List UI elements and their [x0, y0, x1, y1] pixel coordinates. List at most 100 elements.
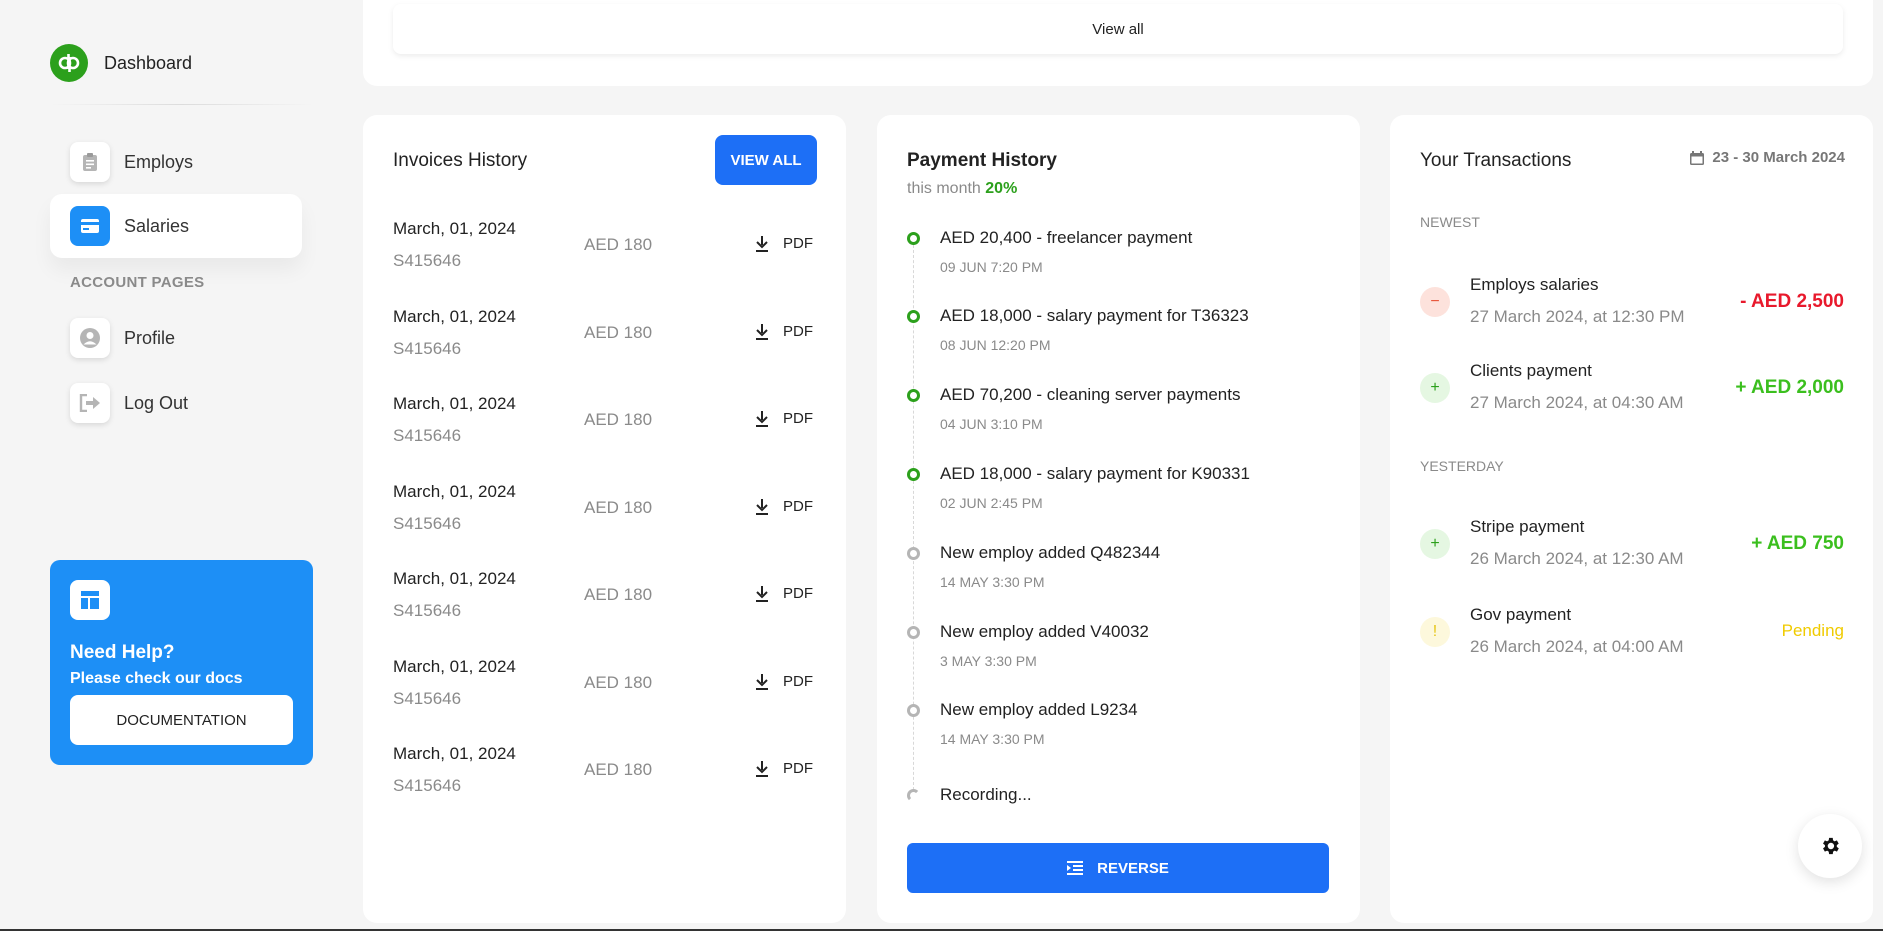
timeline-time: 09 JUN 7:20 PM — [940, 259, 1043, 275]
invoices-view-all-button[interactable]: VIEW ALL — [715, 135, 817, 185]
reverse-button[interactable]: REVERSE — [907, 843, 1329, 893]
timeline-title: AED 20,400 - freelancer payment — [940, 228, 1193, 247]
transaction-title: Employs salaries — [1470, 275, 1599, 294]
invoice-id: S415646 — [393, 776, 462, 795]
pdf-label: PDF — [783, 410, 813, 427]
transaction-row[interactable]: − Employs salaries 27 March 2024, at 12:30… — [1420, 275, 1844, 345]
invoice-date: March, 01, 2024 — [393, 219, 516, 238]
pdf-label: PDF — [783, 673, 813, 690]
brand[interactable]: Dashboard — [50, 44, 192, 82]
top-card: View all — [363, 0, 1873, 86]
section-title: ACCOUNT PAGES — [70, 274, 205, 291]
invoice-row: March, 01, 2024 S415646 AED 180 PDF — [393, 307, 813, 377]
invoices-history-card: Invoices History VIEW ALL March, 01, 202… — [363, 115, 846, 923]
help-title: Need Help? — [70, 642, 175, 663]
pdf-download-button[interactable]: PDF — [755, 498, 813, 515]
group-label: YESTERDAY — [1420, 458, 1504, 474]
logout-icon — [70, 383, 110, 423]
transactions-title: Your Transactions — [1420, 150, 1572, 171]
pdf-download-button[interactable]: PDF — [755, 760, 813, 777]
view-all-button[interactable]: View all — [393, 4, 1843, 54]
transaction-row[interactable]: + Stripe payment 26 March 2024, at 12:30 A… — [1420, 517, 1844, 587]
timeline-dot-icon — [907, 389, 920, 402]
download-icon — [756, 585, 768, 602]
invoice-row: March, 01, 2024 S415646 AED 180 PDF — [393, 482, 813, 552]
gear-icon — [1823, 837, 1839, 855]
transaction-amount: + AED 2,000 — [1735, 377, 1844, 398]
transaction-amount: + AED 750 — [1751, 533, 1844, 554]
pdf-download-button[interactable]: PDF — [755, 673, 813, 690]
clipboard-icon — [70, 142, 110, 182]
payment-history-card: Payment History this month 20% AED 20,40… — [877, 115, 1360, 923]
transaction-time: 26 March 2024, at 12:30 AM — [1470, 549, 1684, 568]
sidebar-item-label: Log Out — [124, 392, 189, 413]
timeline-title: AED 18,000 - salary payment for K90331 — [940, 464, 1250, 483]
date-range-label: 23 - 30 March 2024 — [1712, 149, 1845, 166]
subtitle-prefix: this month — [907, 180, 981, 197]
timeline-title: New employ added L9234 — [940, 700, 1138, 719]
minus-icon: − — [1420, 287, 1450, 317]
invoice-date: March, 01, 2024 — [393, 307, 516, 326]
transaction-amount: - AED 2,500 — [1740, 291, 1844, 312]
pdf-download-button[interactable]: PDF — [755, 410, 813, 427]
pdf-download-button[interactable]: PDF — [755, 585, 813, 602]
pdf-label: PDF — [783, 760, 813, 777]
sidebar-item-logout[interactable]: Log Out — [50, 371, 302, 435]
divider — [50, 104, 314, 105]
pdf-download-button[interactable]: PDF — [755, 235, 813, 252]
download-icon — [756, 673, 768, 690]
layout-icon — [70, 580, 110, 620]
transaction-time: 26 March 2024, at 04:00 AM — [1470, 637, 1684, 656]
timeline-dot-icon — [907, 626, 920, 639]
invoice-id: S415646 — [393, 514, 462, 533]
settings-button[interactable] — [1798, 814, 1862, 878]
download-icon — [756, 323, 768, 340]
invoice-id: S415646 — [393, 339, 462, 358]
invoice-id: S415646 — [393, 689, 462, 708]
transaction-time: 27 March 2024, at 12:30 PM — [1470, 307, 1685, 326]
timeline-time: 08 JUN 12:20 PM — [940, 337, 1051, 353]
transaction-title: Gov payment — [1470, 605, 1572, 624]
invoice-amount: AED 180 — [584, 410, 653, 429]
documentation-button[interactable]: DOCUMENTATION — [70, 695, 293, 745]
download-icon — [756, 410, 768, 427]
sidebar-item-employs[interactable]: Employs — [50, 130, 302, 194]
transaction-row[interactable]: ! Gov payment 26 March 2024, at 04:00 AM Pe… — [1420, 605, 1844, 675]
sidebar-item-profile[interactable]: Profile — [50, 306, 302, 370]
pdf-download-button[interactable]: PDF — [755, 323, 813, 340]
invoice-amount: AED 180 — [584, 760, 653, 779]
invoice-date: March, 01, 2024 — [393, 394, 516, 413]
pdf-label: PDF — [783, 323, 813, 340]
invoice-date: March, 01, 2024 — [393, 569, 516, 588]
transactions-card: Your Transactions 23 - 30 March 2024 NEW… — [1390, 115, 1873, 923]
timeline-time: 14 MAY 3:30 PM — [940, 731, 1045, 747]
download-icon — [756, 498, 768, 515]
date-range[interactable]: 23 - 30 March 2024 — [1690, 149, 1845, 166]
sidebar-item-label: Profile — [124, 327, 176, 348]
transaction-row[interactable]: + Clients payment 27 March 2024, at 04:30 … — [1420, 361, 1844, 431]
help-card: Need Help? Please check our docs DOCUMEN… — [50, 560, 313, 765]
transaction-time: 27 March 2024, at 04:30 AM — [1470, 393, 1684, 412]
user-icon — [70, 318, 110, 358]
sidebar: Dashboard Employs Salaries ACCOUNT PAGES… — [0, 0, 360, 931]
timeline-title: New employ added Q482344 — [940, 543, 1161, 562]
download-icon — [756, 760, 768, 777]
pdf-label: PDF — [783, 498, 813, 515]
invoice-amount: AED 180 — [584, 498, 653, 517]
transaction-amount: Pending — [1781, 621, 1844, 640]
payment-subtitle: this month 20% — [907, 180, 1017, 198]
invoice-date: March, 01, 2024 — [393, 482, 516, 501]
timeline-time: 3 MAY 3:30 PM — [940, 653, 1037, 669]
sidebar-item-label: Employs — [124, 151, 194, 172]
invoice-row: March, 01, 2024 S415646 AED 180 PDF — [393, 657, 813, 727]
invoice-id: S415646 — [393, 601, 462, 620]
quickbooks-logo-icon — [50, 44, 88, 82]
download-icon — [756, 235, 768, 252]
timeline-dot-icon — [907, 704, 920, 717]
payment-title: Payment History — [907, 150, 1057, 171]
invoice-date: March, 01, 2024 — [393, 744, 516, 763]
timeline-title: New employ added V40032 — [940, 622, 1149, 641]
sidebar-item-label: Salaries — [124, 215, 190, 236]
timeline-dot-icon — [907, 468, 920, 481]
sidebar-item-salaries[interactable]: Salaries — [50, 194, 302, 258]
